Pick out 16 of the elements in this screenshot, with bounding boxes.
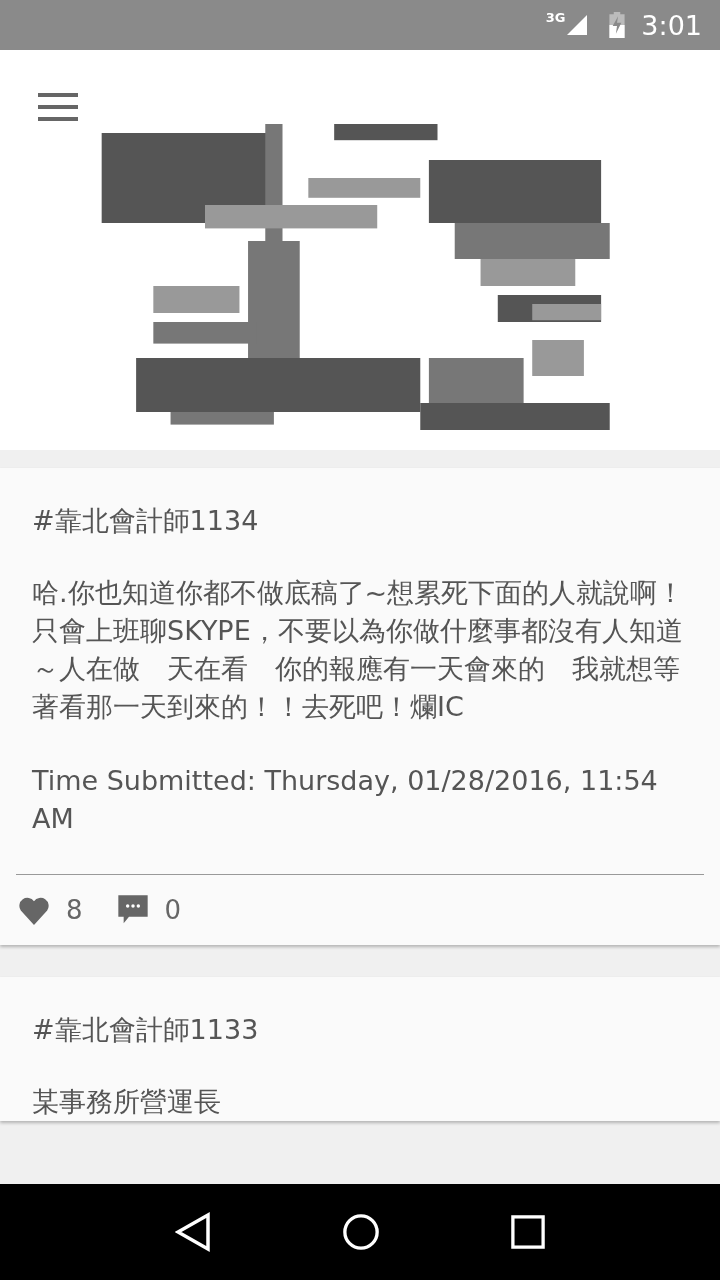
post-body: 哈.你也知道你都不做底稿了~想累死下面的人就說啊！只會上班聊SKYPE，不要以為你做什麼事都沒有人知道～人在做 天在看 你的報應有一天會來的 我就想等著看那一天到來的！！去死吧！爛IC (31, 576, 686, 724)
battery-icon (609, 12, 626, 38)
network-label: 3G (545, 10, 566, 25)
home-icon[interactable] (342, 1213, 380, 1251)
comment-count: 0 (164, 895, 182, 925)
post-title: #靠北會計師1133 (31, 1013, 260, 1047)
post-body: 某事務所營運長 (31, 1085, 222, 1119)
back-icon[interactable] (175, 1212, 212, 1252)
signal-icon (565, 13, 590, 37)
recents-icon[interactable] (510, 1215, 545, 1249)
post-title: #靠北會計師1134 (31, 504, 260, 538)
heart-icon[interactable] (18, 895, 50, 925)
time-submitted: Time Submitted: Thursday, 01/28/2016, 11:54 AM (16, 762, 704, 875)
clock-time: 3:01 (641, 9, 702, 41)
menu-icon[interactable] (38, 92, 78, 122)
like-count: 8 (66, 895, 83, 925)
